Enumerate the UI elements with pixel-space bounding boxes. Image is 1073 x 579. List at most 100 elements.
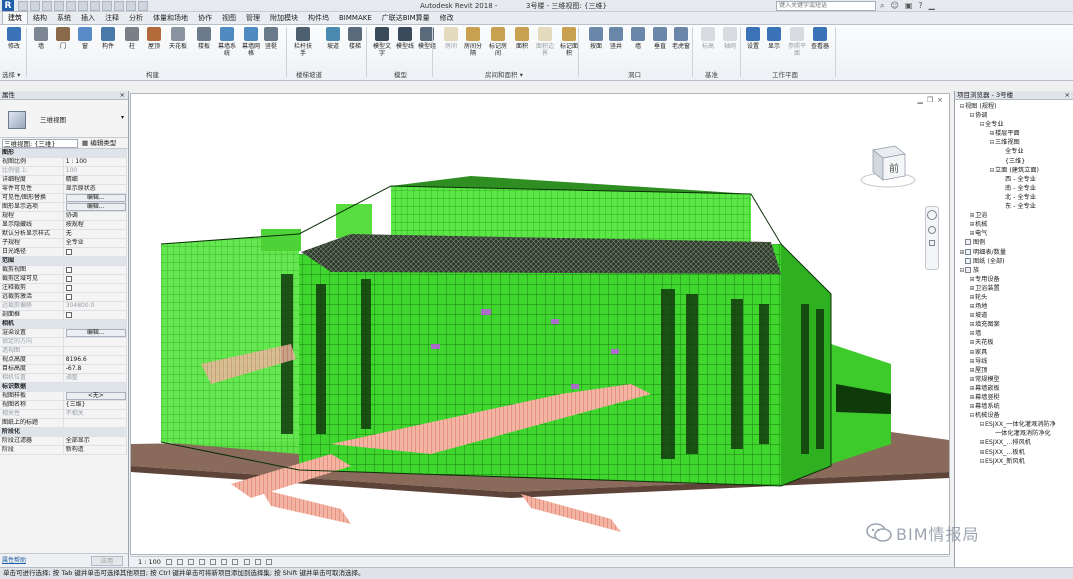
browser-tree-item[interactable]: ⊞幕墙嵌板 [955,384,1073,393]
restore-icon[interactable]: ❐ [927,96,933,104]
properties-section-header[interactable]: 阶段化 [0,427,127,437]
ribbon-button[interactable]: 楼梯 [344,27,366,67]
ribbon-tab[interactable]: 广联达BIM算量 [377,12,435,24]
help-search-input[interactable]: 键入关键字或短语 [776,1,876,11]
browser-tree-item[interactable]: ⊞电气 [955,229,1073,238]
chevron-down-icon[interactable]: ▾ [121,114,124,121]
open-icon[interactable] [18,1,28,11]
ribbon-button[interactable]: 标记房间 [487,27,509,67]
ribbon-button[interactable]: 按面 [585,27,607,67]
browser-tree-item[interactable]: ⊞ESJXX_…排风机 [955,438,1073,447]
render-icon[interactable] [210,559,217,565]
property-value[interactable]: 不相关 [63,409,128,419]
property-checkbox[interactable] [65,293,72,300]
property-value[interactable] [63,418,128,428]
user-icon[interactable]: ☺ [890,1,898,11]
ribbon-button[interactable]: 模型文字 [371,27,393,67]
thin-lines-icon[interactable] [126,1,136,11]
property-checkbox[interactable] [65,311,72,318]
ribbon-tab[interactable]: 注释 [100,12,124,24]
ribbon-panel-label[interactable]: 选择 ▾ [2,69,20,79]
cart-icon[interactable]: ▣ [905,1,913,11]
property-row[interactable]: 阶段过滤器 全部显示 [0,436,128,446]
browser-tree-item[interactable]: ⊟ESJXX_新风机 [955,457,1073,466]
search-icon[interactable]: ⌕ [880,1,884,11]
property-row[interactable]: 图形显示选项 编辑... [0,202,128,212]
property-value[interactable]: 编辑... [63,328,128,338]
ribbon-button[interactable]: 参照平面 [786,27,808,67]
ribbon-button[interactable]: 标记面积 [558,27,580,67]
ribbon-tab[interactable]: 管理 [241,12,265,24]
ribbon-tab[interactable]: 构件坞 [303,12,334,24]
property-row[interactable]: 锁定的方向 [0,337,128,347]
ribbon-button[interactable]: 幕墙系统 [216,27,238,67]
browser-tree-item[interactable]: ⊞卫浴 [955,211,1073,220]
ribbon-tab[interactable]: BIMMAKE [334,12,377,24]
ribbon-tab[interactable]: 系统 [52,12,76,24]
property-row[interactable]: 图纸上的标题 [0,418,128,428]
property-row[interactable]: 相关性 不相关 [0,409,128,419]
steering-wheel-icon[interactable] [927,210,937,220]
crop-view-icon[interactable] [221,559,228,565]
properties-section-header[interactable]: 图形 [0,149,127,158]
browser-tree-item[interactable]: ⊞幕墙竖梃 [955,393,1073,402]
property-value[interactable]: 显示原状态 [63,184,128,194]
ribbon-button[interactable]: 轴网 [719,27,741,67]
3d-view-icon[interactable] [102,1,112,11]
help-icon[interactable]: ? [918,1,922,11]
browser-tree-item[interactable]: ⊞坡道 [955,311,1073,320]
close-icon[interactable]: × [937,96,943,104]
ribbon-button[interactable]: 墙 [30,27,52,67]
ribbon-button[interactable]: 门 [52,27,74,67]
property-value[interactable]: 按规程 [63,220,128,230]
browser-tree-item[interactable]: ⊟视图 (规程) [955,102,1073,111]
property-row[interactable]: 日光路径 [0,247,128,257]
property-row[interactable]: 规程 协调 [0,211,128,221]
browser-tree-item[interactable]: {三维} [955,157,1073,166]
browser-tree-item[interactable]: 西 - 全专业 [955,175,1073,184]
ribbon-tab[interactable]: 分析 [124,12,148,24]
ribbon-panel-label[interactable]: 构建 [146,69,159,79]
ribbon-button[interactable]: 修改 [3,27,25,67]
viewcube[interactable]: 前 [859,136,917,190]
save-icon[interactable] [30,1,40,11]
zoom-dropdown-icon[interactable] [929,240,935,246]
browser-tree-item[interactable]: 全专业 [955,147,1073,156]
ribbon-panel-label[interactable]: 模型 [394,69,407,79]
ribbon-panel-label[interactable]: 工作平面 [772,69,798,79]
crop-region-icon[interactable] [232,559,239,565]
instance-filter-select[interactable]: 三维视图: {三维} [2,139,78,148]
temporary-hide-icon[interactable] [254,559,261,565]
property-row[interactable]: 远裁剪偏移 304800.0 [0,301,128,311]
browser-tree-item[interactable]: ⊞机械 [955,220,1073,229]
property-checkbox[interactable] [65,275,72,282]
property-row[interactable]: 比例值 1: 100 [0,166,128,176]
property-row[interactable]: 视图比例 1 : 100 [0,157,128,167]
ribbon-button[interactable]: 设置 [742,27,764,67]
3d-viewport[interactable]: ▁ ❐ × 前 [130,93,950,555]
browser-tree-item[interactable]: ⊟ESJXX_一体化灌溉消防净 [955,420,1073,429]
lock-view-icon[interactable] [243,559,250,565]
browser-tree-item[interactable]: 图纸 (全部) [955,257,1073,266]
property-checkbox[interactable] [65,266,72,273]
ribbon-button[interactable]: 垂直 [649,27,671,67]
property-row[interactable]: 渲染设置 编辑... [0,328,128,338]
property-row[interactable]: 视点高度 8196.6 [0,355,128,365]
property-value[interactable]: 无 [63,229,128,239]
property-value[interactable] [63,247,128,257]
property-value[interactable] [63,292,128,302]
ribbon-button[interactable]: 栏杆扶手 [292,27,314,67]
close-icon[interactable]: × [120,91,125,100]
browser-tree-item[interactable]: ⊞专用设备 [955,275,1073,284]
browser-tree-item[interactable]: ⊞楼层平面 [955,129,1073,138]
property-edit-button[interactable]: 编辑... [65,194,126,202]
close-icon[interactable]: × [1065,91,1070,100]
browser-tree-item[interactable]: ⊞天花板 [955,338,1073,347]
browser-tree-item[interactable]: ⊟全专业 [955,120,1073,129]
browser-tree-item[interactable]: ⊟机械设备 [955,411,1073,420]
apply-button[interactable]: 应用 [91,556,123,566]
property-row[interactable]: 可见性/图形替换 编辑... [0,193,128,203]
property-value[interactable]: 100 [63,166,128,176]
property-row[interactable]: 目标高度 -67.8 [0,364,128,374]
browser-tree-item[interactable]: 南 - 全专业 [955,184,1073,193]
